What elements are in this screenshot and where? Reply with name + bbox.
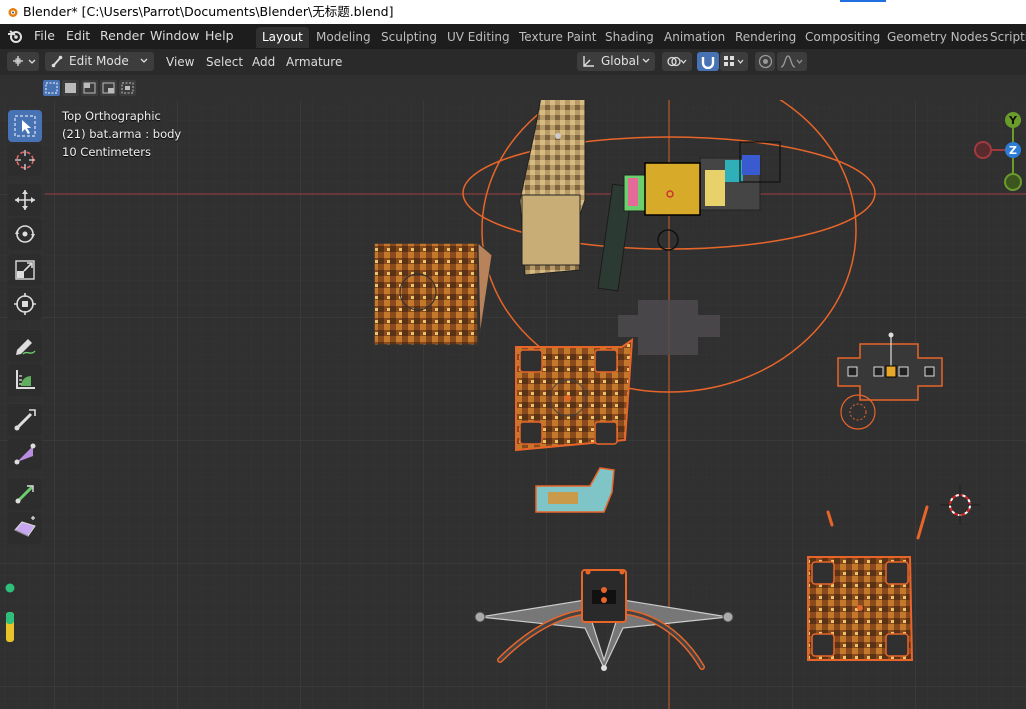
tab-scripting[interactable]: Scripting — [984, 27, 1026, 48]
menu-help[interactable]: Help — [205, 24, 234, 49]
orientation-icon — [583, 56, 594, 67]
transform-orientation-dropdown[interactable]: Global — [577, 52, 655, 71]
orientation-label: Global — [601, 54, 640, 68]
transform-tool[interactable] — [8, 288, 42, 320]
select-extend-button[interactable] — [62, 80, 79, 96]
gizmo-z-label: Z — [1009, 144, 1017, 157]
scale-tool[interactable] — [8, 254, 42, 286]
active-object-label: (21) bat.arma : body — [62, 127, 182, 141]
window-title: Blender* [C:\Users\Parrot\Documents\Blen… — [23, 4, 394, 19]
menu-add[interactable]: Add — [252, 49, 275, 75]
transform-icon — [14, 293, 36, 315]
scale-icon — [15, 260, 35, 280]
status-gauge — [5, 583, 15, 642]
snap-target-dropdown[interactable] — [720, 52, 748, 71]
select-extend-icon — [65, 83, 76, 93]
blender-menu-icon[interactable] — [7, 29, 23, 44]
bone-size-icon — [14, 443, 36, 465]
gizmo-neg-x-icon[interactable] — [974, 141, 992, 159]
tab-sculpting[interactable]: Sculpting — [375, 27, 443, 48]
editor-type-button[interactable] — [7, 52, 39, 71]
top-menubar: File Edit Render Window Help Layout Mode… — [0, 24, 1026, 49]
chevron-down-icon — [642, 58, 650, 63]
gizmo-y-label: Y — [1008, 114, 1018, 127]
select-difference-icon — [102, 82, 115, 94]
axes-editor-icon — [13, 56, 36, 66]
selected-textured-box-bottomright — [807, 556, 914, 661]
pivot-icon — [667, 56, 687, 67]
cursor-tool[interactable] — [8, 144, 42, 176]
envelope-tool[interactable] — [8, 512, 42, 544]
tab-uv-editing[interactable]: UV Editing — [441, 27, 516, 48]
mode-dropdown[interactable]: Edit Mode — [45, 52, 154, 71]
rotate-tool[interactable] — [8, 218, 42, 250]
select-box-icon — [45, 82, 58, 94]
snap-increment-icon — [724, 56, 744, 66]
window-titlebar: Blender* [C:\Users\Parrot\Documents\Blen… — [0, 0, 1026, 24]
select-box-tool[interactable] — [8, 110, 42, 142]
move-arrows-icon — [15, 190, 35, 210]
magnet-icon — [701, 57, 715, 69]
bone-extrude-icon — [14, 409, 36, 431]
tab-rendering[interactable]: Rendering — [729, 27, 802, 48]
chevron-down-icon — [140, 58, 148, 63]
pivot-point-dropdown[interactable] — [662, 52, 692, 71]
menu-armature[interactable]: Armature — [286, 49, 342, 75]
tab-shading[interactable]: Shading — [599, 27, 660, 48]
mode-label: Edit Mode — [69, 54, 129, 68]
tab-compositing[interactable]: Compositing — [799, 27, 886, 48]
menu-select[interactable]: Select — [206, 49, 243, 75]
menu-edit[interactable]: Edit — [66, 24, 90, 49]
tab-animation[interactable]: Animation — [658, 27, 731, 48]
select-intersect-icon — [121, 82, 134, 94]
viewport-header: Edit Mode View Select Add Armature Globa… — [0, 49, 1026, 75]
menu-file[interactable]: File — [34, 24, 55, 49]
tab-geometry-nodes[interactable]: Geometry Nodes — [881, 27, 994, 48]
crosshair-cursor-icon — [15, 150, 35, 170]
menu-window[interactable]: Window — [150, 24, 199, 49]
tab-layout[interactable]: Layout — [256, 27, 309, 48]
proportional-icon — [758, 54, 773, 69]
selected-yellow-bone-box — [644, 162, 701, 216]
3d-viewport[interactable] — [0, 100, 1026, 709]
snap-toggle[interactable] — [697, 52, 719, 71]
select-box-mode-button[interactable] — [43, 80, 60, 96]
pencil-icon — [16, 339, 36, 355]
ruler-icon — [16, 370, 35, 389]
view-name-label: Top Orthographic — [62, 109, 161, 123]
roll-tool[interactable] — [8, 478, 42, 510]
move-tool[interactable] — [8, 184, 42, 216]
measure-tool[interactable] — [8, 364, 42, 396]
textured-box-topleft — [373, 241, 493, 346]
gizmo-neg-y-icon[interactable] — [1004, 173, 1022, 191]
cursor-arrow-icon — [14, 115, 36, 137]
rotate-icon — [15, 225, 35, 243]
menu-render[interactable]: Render — [100, 24, 145, 49]
bone-size-tool[interactable] — [8, 438, 42, 470]
titlebar-accent — [840, 0, 886, 2]
proportional-edit-toggle[interactable] — [755, 52, 775, 71]
selected-textured-box-middle — [515, 337, 634, 452]
extrude-tool[interactable] — [8, 404, 42, 436]
proportional-falloff-dropdown[interactable] — [777, 52, 807, 71]
tab-texture-paint[interactable]: Texture Paint — [513, 27, 602, 48]
select-difference-button[interactable] — [100, 80, 117, 96]
select-subtract-button[interactable] — [81, 80, 98, 96]
bone-roll-icon — [15, 485, 34, 504]
tab-modeling[interactable]: Modeling — [310, 27, 377, 48]
select-intersect-button[interactable] — [119, 80, 136, 96]
envelope-icon — [14, 516, 36, 537]
falloff-curve-icon — [780, 55, 803, 68]
annotate-tool[interactable] — [8, 330, 42, 362]
navigation-gizmo[interactable]: Y Z — [968, 106, 1026, 202]
select-subtract-icon — [83, 82, 96, 94]
blender-logo-icon — [8, 8, 18, 17]
bone-mode-icon — [51, 55, 63, 68]
menu-view[interactable]: View — [166, 49, 194, 75]
grid-scale-label: 10 Centimeters — [62, 145, 151, 159]
